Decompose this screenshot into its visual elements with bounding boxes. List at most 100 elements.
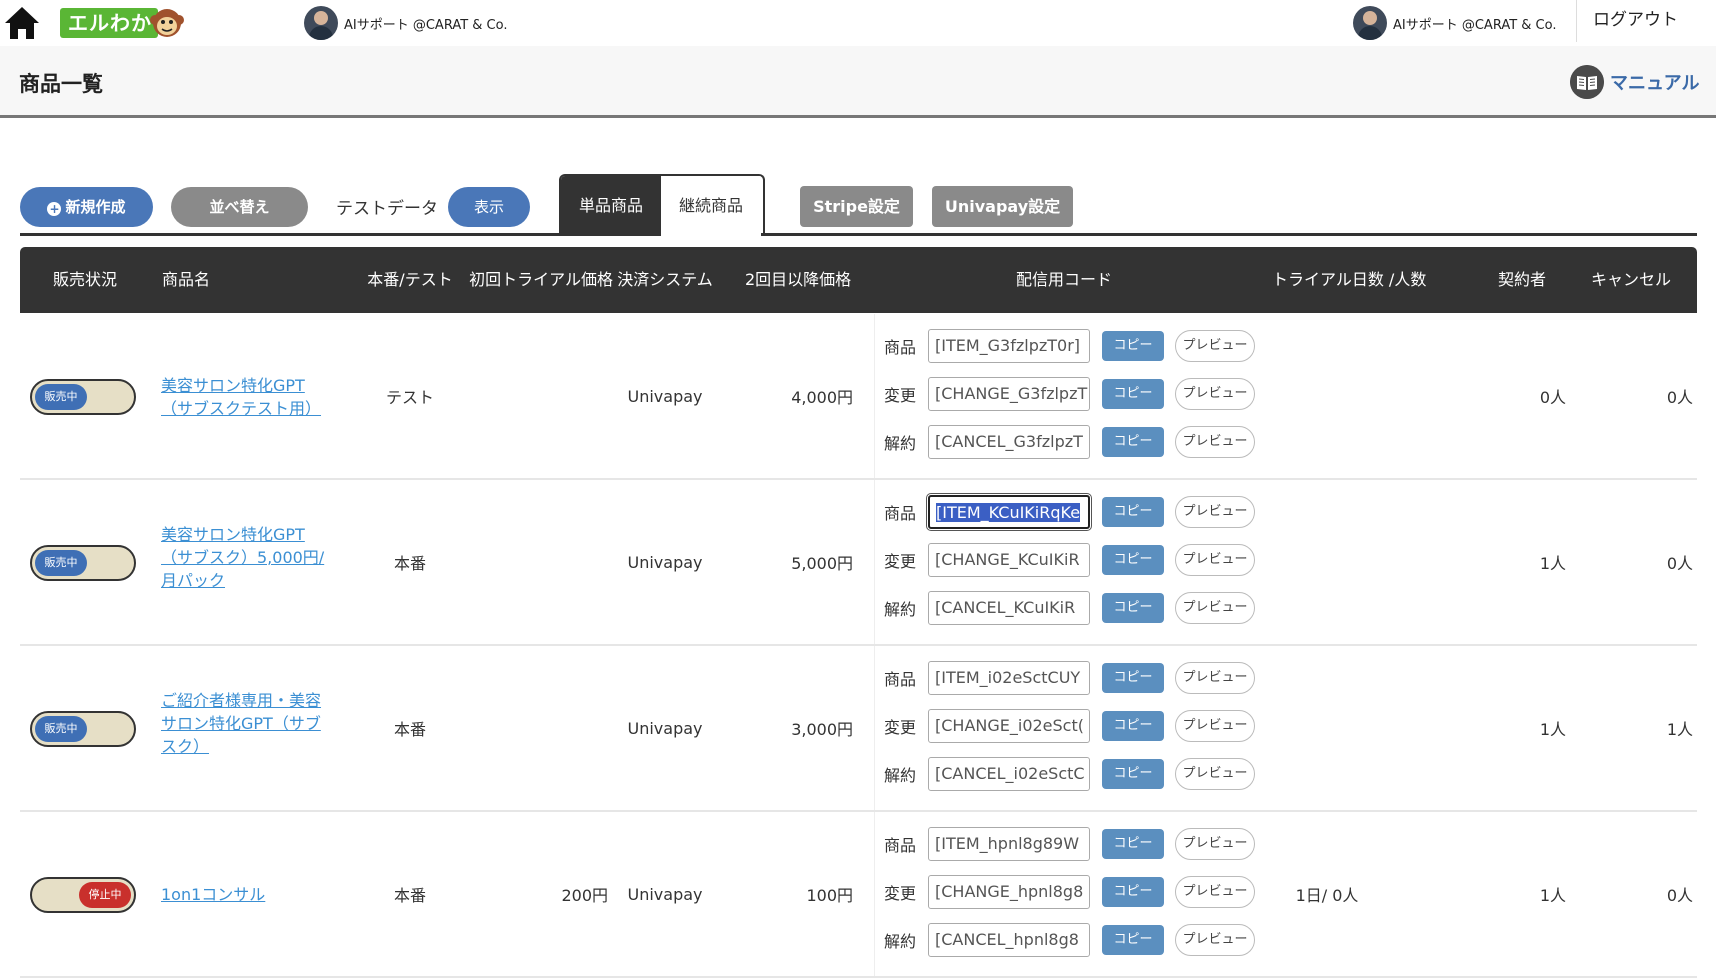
preview-button[interactable]: プレビュー [1175,592,1255,624]
user-name: AIサポート @CARAT & Co. [344,17,508,33]
preview-button[interactable]: プレビュー [1175,330,1255,362]
preview-button[interactable]: プレビュー [1175,544,1255,576]
table-row: 停止中 1on1コンサル 本番 200円 Univapay 100円 商品 [I… [20,812,1697,978]
col-cancel: キャンセル [1591,270,1672,289]
sales-status-toggle[interactable]: 販売中 [30,379,136,415]
sales-status-toggle[interactable]: 販売中 [30,711,136,747]
second-price-cell: 4,000円 [791,388,853,407]
second-price-cell: 100円 [806,886,853,905]
preview-button[interactable]: プレビュー [1175,758,1255,790]
code-field-cancel[interactable]: [CANCEL_i02eSctC [928,757,1090,791]
copy-button[interactable]: コピー [1102,925,1164,955]
show-testdata-button[interactable]: 表示 [448,187,530,227]
system-cell: Univapay [627,718,703,738]
preview-button[interactable]: プレビュー [1175,426,1255,458]
page-title: 商品一覧 [19,72,103,96]
code-field-item[interactable]: [ITEM_KCuIKiRqKe [926,493,1092,531]
code-line-item: 商品 [ITEM_i02eSctCUY コピー プレビュー [884,660,1255,696]
book-icon [1570,65,1604,99]
code-field-cancel[interactable]: [CANCEL_hpnl8g8 [928,923,1090,957]
code-line-cancel: 解約 [CANCEL_i02eSctC コピー プレビュー [884,756,1255,792]
univapay-settings-button[interactable]: Univapay設定 [932,186,1073,227]
status-badge: 販売中 [35,716,87,742]
code-line-change: 変更 [CHANGE_G3fzlpzT コピー プレビュー [884,376,1255,412]
current-user-left[interactable]: AIサポート @CARAT & Co. [304,5,508,41]
product-name-link[interactable]: 1on1コンサル [161,883,336,906]
copy-button[interactable]: コピー [1102,663,1164,693]
preview-button[interactable]: プレビュー [1175,496,1255,528]
code-label-change: 変更 [884,884,917,903]
code-field-cancel[interactable]: [CANCEL_G3fzlpzT [928,425,1090,459]
current-user-right[interactable]: AIサポート @CARAT & Co. [1353,5,1557,41]
new-product-button[interactable]: + 新規作成 [20,187,153,227]
code-value: [ITEM_hpnl8g89W [935,834,1080,853]
col-status: 販売状況 [53,270,118,289]
trial-price-cell [458,314,608,478]
home-icon[interactable] [2,4,42,42]
logout-button[interactable]: ログアウト [1576,0,1694,42]
product-name-link[interactable]: ご紹介者様専用・美容サロン特化GPT（サブスク） [161,689,336,758]
code-field-change[interactable]: [CHANGE_KCuIKiR [928,543,1090,577]
preview-button[interactable]: プレビュー [1175,828,1255,860]
copy-button[interactable]: コピー [1102,711,1164,741]
manual-link[interactable]: マニュアル [1570,65,1699,99]
plus-circle-icon: + [47,202,62,216]
sales-status-toggle[interactable]: 停止中 [30,877,136,913]
product-name-link[interactable]: 美容サロン特化GPT（サブスクテスト用） [161,374,336,420]
col-trial-price: 初回トライアル価格 [469,270,613,289]
tab-subscription-product[interactable]: 継続商品 [661,176,761,236]
trial-price-cell [458,480,608,644]
col-second-price: 2回目以降価格 [745,270,852,289]
code-value: [CHANGE_KCuIKiR [935,550,1080,569]
tab-single-product[interactable]: 単品商品 [561,176,661,236]
code-field-cancel[interactable]: [CANCEL_KCuIKiR [928,591,1090,625]
code-field-item[interactable]: [ITEM_G3fzlpzT0r] [928,329,1090,363]
code-field-change[interactable]: [CHANGE_G3fzlpzT [928,377,1090,411]
subscribers-cell: 0人 [1539,388,1566,407]
code-line-cancel: 解約 [CANCEL_KCuIKiR コピー プレビュー [884,590,1255,626]
preview-button[interactable]: プレビュー [1175,924,1255,956]
code-value: [ITEM_G3fzlpzT0r] [935,336,1081,355]
app-logo[interactable]: エルわか [60,6,185,39]
col-env: 本番/テスト [367,270,453,289]
product-type-tabs: 単品商品 継続商品 [559,174,765,236]
copy-button[interactable]: コピー [1102,497,1164,527]
subscribers-cell: 1人 [1539,720,1566,739]
code-line-item: 商品 [ITEM_KCuIKiRqKe コピー プレビュー [884,493,1255,531]
preview-button[interactable]: プレビュー [1175,378,1255,410]
code-label-item: 商品 [884,504,917,523]
trial-price-cell: 200円 [561,886,608,905]
code-line-change: 変更 [CHANGE_KCuIKiR コピー プレビュー [884,542,1255,578]
code-field-change[interactable]: [CHANGE_hpnl8g8 [928,875,1090,909]
trial-days-cell [1272,480,1382,644]
env-cell: テスト [385,388,434,407]
copy-button[interactable]: コピー [1102,877,1164,907]
copy-button[interactable]: コピー [1102,331,1164,361]
table-row: 販売中 ご紹介者様専用・美容サロン特化GPT（サブスク） 本番 Univapay… [20,646,1697,812]
copy-button[interactable]: コピー [1102,829,1164,859]
monkey-mascot-icon [150,9,184,37]
code-value: [ITEM_i02eSctCUY [935,668,1081,687]
copy-button[interactable]: コピー [1102,593,1164,623]
code-line-item: 商品 [ITEM_G3fzlpzT0r] コピー プレビュー [884,328,1255,364]
code-label-item: 商品 [884,338,917,357]
col-subscribers: 契約者 [1498,270,1547,289]
copy-button[interactable]: コピー [1102,379,1164,409]
product-name-link[interactable]: 美容サロン特化GPT（サブスク）5,000円/月パック [161,523,336,592]
copy-button[interactable]: コピー [1102,427,1164,457]
code-field-change[interactable]: [CHANGE_i02eSct( [928,709,1090,743]
preview-button[interactable]: プレビュー [1175,876,1255,908]
copy-button[interactable]: コピー [1102,545,1164,575]
stripe-settings-button[interactable]: Stripe設定 [800,186,913,227]
copy-button[interactable]: コピー [1102,759,1164,789]
code-field-item[interactable]: [ITEM_hpnl8g89W [928,827,1090,861]
status-badge: 販売中 [35,384,87,410]
preview-button[interactable]: プレビュー [1175,710,1255,742]
avatar [304,6,338,40]
preview-button[interactable]: プレビュー [1175,662,1255,694]
code-field-item[interactable]: [ITEM_i02eSctCUY [928,661,1090,695]
code-label-change: 変更 [884,552,917,571]
sales-status-toggle[interactable]: 販売中 [30,545,136,581]
logo-text: エルわか [60,8,158,38]
sort-button[interactable]: 並べ替え [171,187,308,227]
